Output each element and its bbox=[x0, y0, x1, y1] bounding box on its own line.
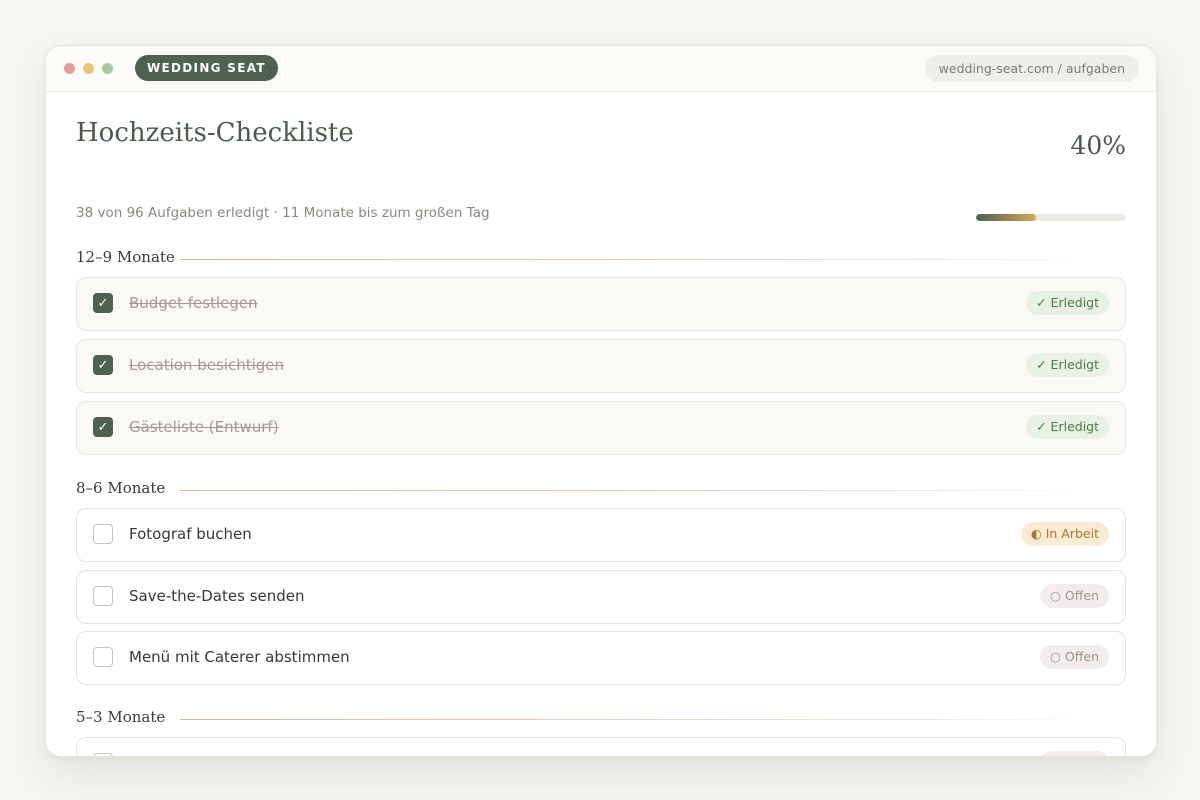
task-row[interactable]: Save-the-Dates senden ○ Offen bbox=[76, 570, 1126, 624]
task-checkbox[interactable] bbox=[93, 647, 113, 667]
section-header: 5–3 Monate bbox=[76, 706, 1126, 730]
page-title: Hochzeits-Checkliste bbox=[76, 118, 354, 148]
task-row[interactable]: Einladungen drucken ○ Offen bbox=[76, 737, 1126, 756]
task-checkbox[interactable]: ✓ bbox=[93, 293, 113, 313]
task-row[interactable]: ✓ Budget festlegen ✓ Erledigt bbox=[76, 277, 1126, 331]
maximize-window-dot[interactable] bbox=[102, 63, 113, 74]
task-row[interactable]: ✓ Gästeliste (Entwurf) ✓ Erledigt bbox=[76, 401, 1126, 455]
page-subtitle: 38 von 96 Aufgaben erledigt · 11 Monate … bbox=[76, 205, 490, 221]
task-checkbox[interactable] bbox=[93, 524, 113, 544]
check-icon: ✓ bbox=[97, 420, 109, 435]
section-title: 8–6 Monate bbox=[76, 479, 166, 497]
section-divider bbox=[180, 719, 1086, 720]
section-divider bbox=[180, 259, 1086, 260]
url-bar[interactable]: wedding-seat.com / aufgaben bbox=[924, 55, 1139, 82]
task-row[interactable]: ✓ Location besichtigen ✓ Erledigt bbox=[76, 339, 1126, 393]
check-icon: ✓ bbox=[97, 296, 109, 311]
brand-badge: WEDDING SEAT bbox=[135, 55, 278, 81]
task-label: Save-the-Dates senden bbox=[129, 587, 305, 605]
task-checkbox[interactable]: ✓ bbox=[93, 355, 113, 375]
task-label: Einladungen drucken bbox=[129, 754, 287, 756]
status-badge[interactable]: ✓ Erledigt bbox=[1026, 415, 1109, 439]
section-title: 5–3 Monate bbox=[76, 708, 166, 726]
status-badge[interactable]: ✓ Erledigt bbox=[1026, 291, 1109, 315]
task-label: Menü mit Caterer abstimmen bbox=[129, 648, 350, 666]
task-checkbox[interactable] bbox=[93, 753, 113, 756]
task-label: Gästeliste (Entwurf) bbox=[129, 418, 279, 436]
checklist-content: Hochzeits-Checkliste 38 von 96 Aufgaben … bbox=[76, 91, 1126, 756]
task-checkbox[interactable] bbox=[93, 586, 113, 606]
status-badge[interactable]: ✓ Erledigt bbox=[1026, 353, 1109, 377]
task-row[interactable]: Menü mit Caterer abstimmen ○ Offen bbox=[76, 631, 1126, 685]
close-window-dot[interactable] bbox=[64, 63, 75, 74]
status-badge[interactable]: ◐ In Arbeit bbox=[1020, 522, 1109, 546]
title-bar: WEDDING SEAT wedding-seat.com / aufgaben bbox=[46, 46, 1156, 92]
progress-percent: 40% bbox=[1070, 131, 1126, 160]
check-icon: ✓ bbox=[97, 358, 109, 373]
task-checkbox[interactable]: ✓ bbox=[93, 417, 113, 437]
task-label: Location besichtigen bbox=[129, 356, 285, 374]
task-label: Budget festlegen bbox=[129, 294, 258, 312]
section-header: 12–9 Monate bbox=[76, 246, 1126, 270]
progress-bar bbox=[976, 214, 1126, 221]
app-window: WEDDING SEAT wedding-seat.com / aufgaben… bbox=[45, 45, 1157, 757]
section-divider bbox=[180, 490, 1086, 491]
status-badge[interactable]: ○ Offen bbox=[1040, 584, 1109, 608]
section-title: 12–9 Monate bbox=[76, 248, 175, 266]
minimize-window-dot[interactable] bbox=[83, 63, 94, 74]
status-badge[interactable]: ○ Offen bbox=[1040, 751, 1109, 756]
status-badge[interactable]: ○ Offen bbox=[1040, 645, 1109, 669]
section-header: 8–6 Monate bbox=[76, 477, 1126, 501]
task-label: Fotograf buchen bbox=[129, 525, 252, 543]
task-row[interactable]: Fotograf buchen ◐ In Arbeit bbox=[76, 508, 1126, 562]
progress-bar-fill bbox=[976, 214, 1036, 221]
